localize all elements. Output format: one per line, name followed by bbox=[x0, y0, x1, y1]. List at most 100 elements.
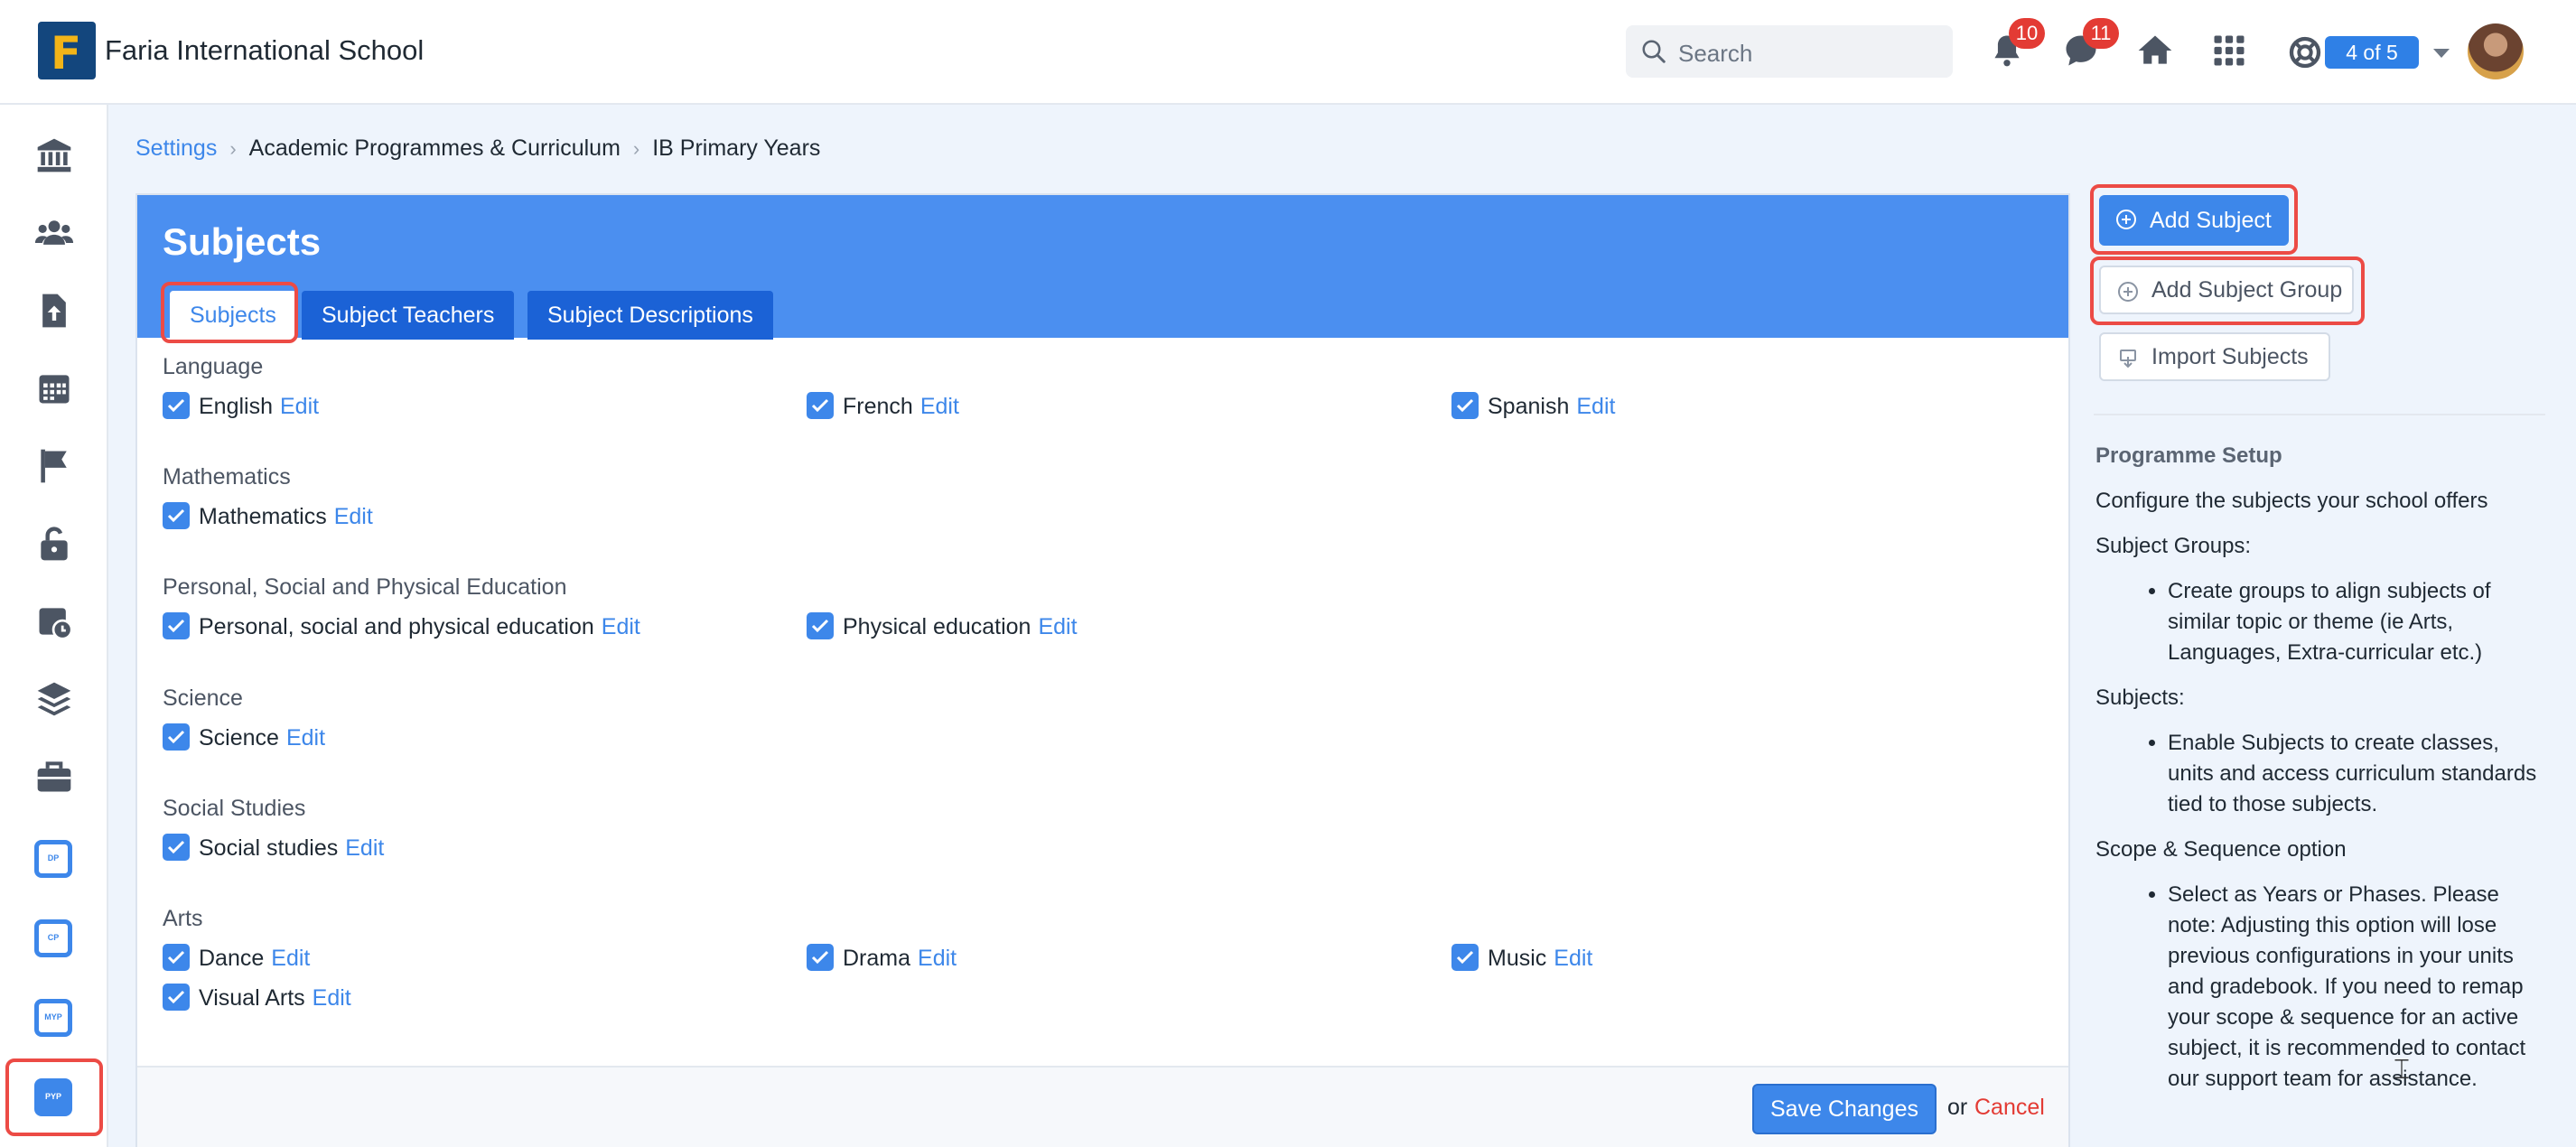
subject-checkbox[interactable] bbox=[163, 834, 190, 861]
subject-name: Music bbox=[1488, 946, 1547, 971]
add-subject-group-label: Add Subject Group bbox=[2151, 277, 2343, 303]
edit-link[interactable]: Edit bbox=[1038, 614, 1077, 639]
logo-letter: F bbox=[51, 27, 82, 79]
check-icon bbox=[1456, 950, 1474, 965]
subject-checkbox[interactable] bbox=[163, 612, 190, 639]
unlock-icon bbox=[41, 527, 68, 561]
edit-link[interactable]: Edit bbox=[1554, 946, 1592, 971]
cancel-link[interactable]: Cancel bbox=[1974, 1095, 2045, 1121]
text-cursor-icon: ⌶ bbox=[2394, 1055, 2410, 1085]
subject-checkbox[interactable] bbox=[163, 502, 190, 529]
sidebar-item-curriculum[interactable] bbox=[34, 679, 74, 719]
edit-link[interactable]: Edit bbox=[1576, 394, 1615, 419]
edit-link[interactable]: Edit bbox=[334, 504, 373, 529]
subject-name: French bbox=[843, 394, 913, 419]
plus-circle-icon bbox=[2116, 210, 2136, 229]
subject-name: English bbox=[199, 394, 273, 419]
sidebar-item-myp[interactable]: MYP bbox=[34, 999, 72, 1037]
search-input[interactable]: Search bbox=[1626, 25, 1953, 78]
subject-checkbox[interactable] bbox=[163, 392, 190, 419]
group-label-social-studies: Social Studies bbox=[163, 796, 306, 821]
briefcase-icon bbox=[37, 761, 71, 792]
breadcrumb-academic-programmes[interactable]: Academic Programmes & Curriculum bbox=[249, 135, 621, 161]
panel-footer: Save Changes or Cancel bbox=[137, 1066, 2068, 1147]
add-subject-group-button[interactable]: Add Subject Group bbox=[2099, 266, 2354, 314]
subject-name: Personal, social and physical education bbox=[199, 614, 594, 639]
check-icon bbox=[167, 508, 185, 523]
check-icon bbox=[167, 619, 185, 633]
tab-highlight bbox=[161, 282, 298, 343]
institution-icon bbox=[37, 138, 71, 173]
edit-link[interactable]: Edit bbox=[271, 946, 310, 971]
subject-checkbox[interactable] bbox=[1451, 392, 1479, 419]
notifications-button[interactable]: 10 bbox=[1987, 18, 2045, 70]
subject-checkbox[interactable] bbox=[163, 984, 190, 1011]
save-changes-button[interactable]: Save Changes bbox=[1752, 1084, 1937, 1134]
group-label-arts: Arts bbox=[163, 906, 203, 931]
sidebar-item-flag[interactable] bbox=[34, 446, 74, 486]
add-subject-button[interactable]: Add Subject bbox=[2099, 195, 2289, 246]
school-name[interactable]: Faria International School bbox=[105, 34, 424, 67]
tab-subject-teachers[interactable]: Subject Teachers bbox=[302, 291, 515, 340]
flag-icon bbox=[41, 449, 67, 483]
check-icon bbox=[167, 398, 185, 413]
subject-name: Science bbox=[199, 725, 279, 751]
avatar[interactable] bbox=[2468, 23, 2524, 79]
file-upload-icon bbox=[42, 294, 66, 328]
check-icon bbox=[811, 619, 829, 633]
subject-name: Visual Arts bbox=[199, 985, 305, 1011]
setup-groups-list: Create groups to align subjects of simil… bbox=[2168, 576, 2547, 668]
subject-checkbox[interactable] bbox=[163, 944, 190, 971]
calendar-grid-icon bbox=[39, 375, 70, 404]
grid-icon bbox=[2214, 35, 2245, 66]
breadcrumb-settings[interactable]: Settings bbox=[135, 135, 217, 161]
setup-scope-list: Select as Years or Phases. Please note: … bbox=[2168, 880, 2547, 1095]
sidebar-item-pyp[interactable]: PYP bbox=[34, 1078, 72, 1116]
list-item: Enable Subjects to create classes, units… bbox=[2168, 728, 2547, 820]
subject-checkbox[interactable] bbox=[1451, 944, 1479, 971]
edit-link[interactable]: Edit bbox=[280, 394, 319, 419]
edit-link[interactable]: Edit bbox=[920, 394, 959, 419]
subject-name: Social studies bbox=[199, 835, 339, 861]
check-icon bbox=[811, 398, 829, 413]
programme-label: DP bbox=[47, 853, 60, 863]
sidebar-item-schedule[interactable] bbox=[34, 601, 74, 641]
home-button[interactable] bbox=[2135, 31, 2175, 70]
subject-name: Spanish bbox=[1488, 394, 1570, 419]
sidebar-item-upload[interactable] bbox=[34, 291, 74, 331]
sidebar-item-school[interactable] bbox=[34, 135, 74, 175]
subject-checkbox[interactable] bbox=[807, 612, 834, 639]
import-subjects-button[interactable]: Import Subjects bbox=[2099, 332, 2330, 381]
sidebar-item-calendar[interactable] bbox=[34, 368, 74, 408]
sidebar-item-security[interactable] bbox=[34, 524, 74, 564]
setup-subjects-title: Subjects: bbox=[2095, 685, 2185, 710]
subject-checkbox[interactable] bbox=[163, 723, 190, 751]
edit-link[interactable]: Edit bbox=[602, 614, 640, 639]
users-icon bbox=[34, 220, 74, 245]
messages-button[interactable]: 11 bbox=[2061, 18, 2119, 70]
search-icon bbox=[1642, 40, 1666, 63]
list-item: Create groups to align subjects of simil… bbox=[2168, 576, 2547, 668]
sidebar-item-cp[interactable]: CP bbox=[34, 919, 72, 957]
edit-link[interactable]: Edit bbox=[918, 946, 957, 971]
school-logo[interactable]: F bbox=[38, 22, 96, 79]
page-title: Subjects bbox=[163, 220, 322, 263]
chevron-right-icon: › bbox=[632, 137, 640, 160]
programme-setup-help: Programme Setup Configure the subjects y… bbox=[2095, 441, 2547, 1109]
sidebar-item-career[interactable] bbox=[34, 757, 74, 797]
sidebar-item-dp[interactable]: DP bbox=[34, 840, 72, 878]
setup-subjects-list: Enable Subjects to create classes, units… bbox=[2168, 728, 2547, 820]
apps-button[interactable] bbox=[2209, 31, 2249, 70]
tab-subject-descriptions[interactable]: Subject Descriptions bbox=[527, 291, 773, 340]
edit-link[interactable]: Edit bbox=[286, 725, 325, 751]
subject-checkbox[interactable] bbox=[807, 944, 834, 971]
notifications-badge: 10 bbox=[2009, 18, 2045, 49]
edit-link[interactable]: Edit bbox=[345, 835, 384, 861]
sidebar-item-people[interactable] bbox=[34, 213, 74, 253]
breadcrumb-ib-primary-years: IB Primary Years bbox=[652, 135, 821, 161]
chevron-right-icon: › bbox=[229, 137, 237, 160]
check-icon bbox=[811, 950, 829, 965]
group-label-mathematics: Mathematics bbox=[163, 464, 291, 490]
subject-checkbox[interactable] bbox=[807, 392, 834, 419]
edit-link[interactable]: Edit bbox=[313, 985, 351, 1011]
